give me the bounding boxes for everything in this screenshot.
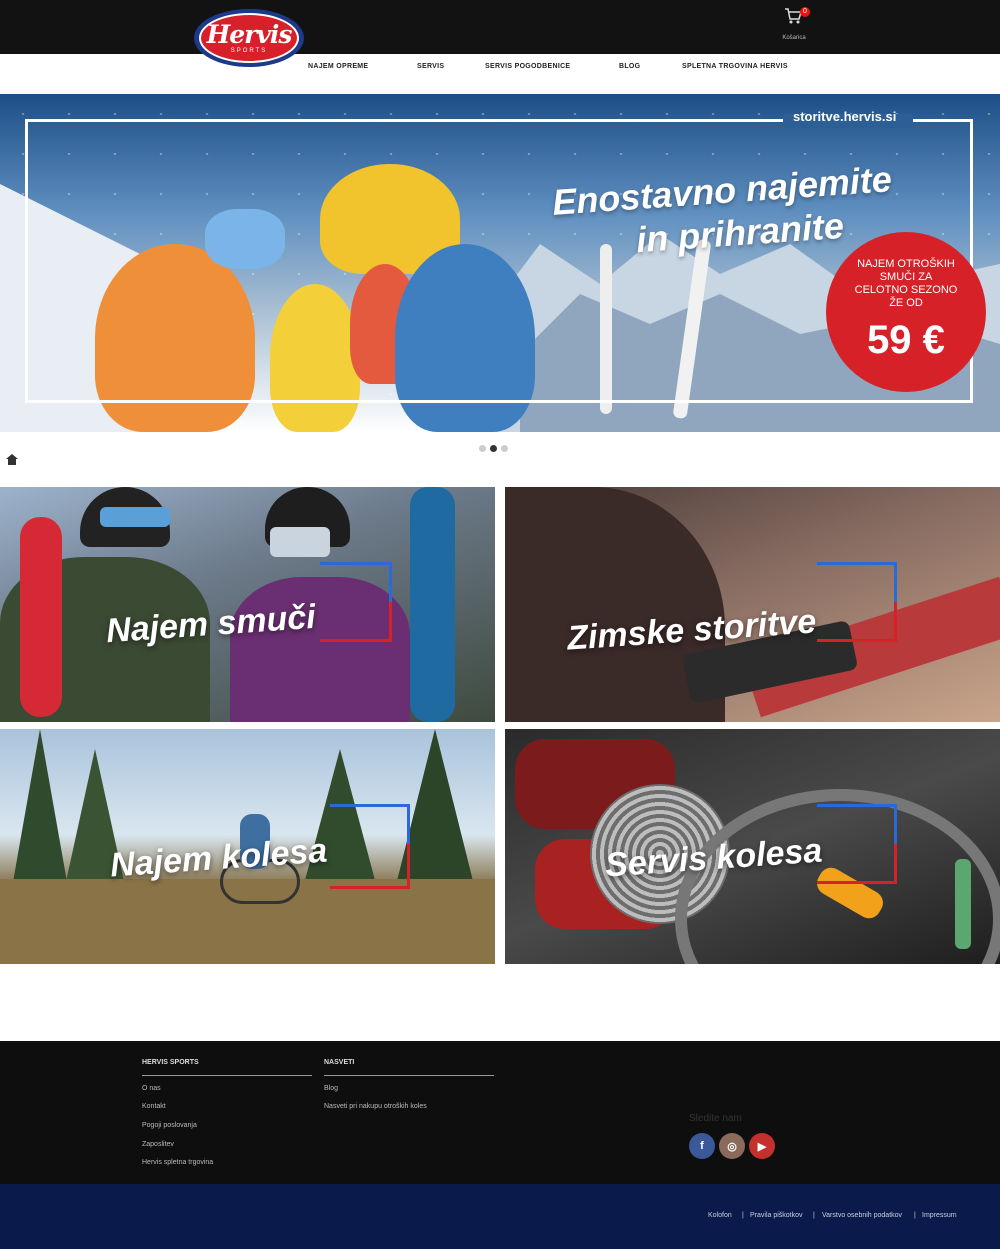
badge-price: 59 € xyxy=(867,318,945,362)
price-badge: Najem otroških smuči za celotno sezono ž… xyxy=(826,232,986,392)
bottom-link-varstvo-podatkov[interactable]: Varstvo osebnih podatkov xyxy=(822,1212,902,1219)
tile-servis-kolesa[interactable]: Servis kolesa xyxy=(505,729,1000,964)
badge-text: Najem otroških smuči za celotno sezono ž… xyxy=(854,258,958,309)
nav-item-blog[interactable]: Blog xyxy=(619,63,640,70)
follow-label: Sledite nam xyxy=(689,1113,742,1124)
footer-link-spletna-trgovina[interactable]: Hervis spletna trgovina xyxy=(142,1159,213,1166)
cart-count-badge: 0 xyxy=(800,7,810,17)
bottom-link-piskotki[interactable]: Pravila piškotkov xyxy=(750,1212,803,1219)
carousel-dots xyxy=(476,444,516,454)
tile-zimske-storitve[interactable]: Zimske storitve xyxy=(505,487,1000,722)
footer-heading-hervis-sports: Hervis Sports xyxy=(142,1059,199,1066)
carousel-dot-3[interactable] xyxy=(501,445,508,452)
footer-link-pogoji-poslovanja[interactable]: Pogoji poslovanja xyxy=(142,1122,197,1129)
main-nav: Najem opreme Servis Servis pogodbenice B… xyxy=(0,54,1000,94)
footer: Hervis Sports O nas Kontakt Pogoji poslo… xyxy=(0,1041,1000,1184)
carousel-dot-2[interactable] xyxy=(490,445,497,452)
top-bar: 0 Košarica xyxy=(0,0,1000,54)
tile-najem-smuci[interactable]: Najem smuči xyxy=(0,487,495,722)
footer-link-kontakt[interactable]: Kontakt xyxy=(142,1103,166,1110)
hero-banner[interactable]: storitve.hervis.si Enostavno najemite in… xyxy=(0,94,1000,432)
nav-item-servis[interactable]: Servis xyxy=(417,63,444,70)
footer-link-zaposlitev[interactable]: Zaposlitev xyxy=(142,1141,174,1148)
nav-item-najem-opreme[interactable]: Najem opreme xyxy=(308,63,368,70)
facebook-icon[interactable]: f xyxy=(689,1133,715,1159)
bottom-link-impressum[interactable]: Impressum xyxy=(922,1212,957,1219)
cart-label: Košarica xyxy=(782,35,806,41)
home-icon[interactable] xyxy=(6,452,18,470)
footer-link-blog[interactable]: Blog xyxy=(324,1085,338,1092)
nav-item-servis-pogodbenice[interactable]: Servis pogodbenice xyxy=(485,63,570,70)
bottom-bar: Kolofon | Pravila piškotkov | Varstvo os… xyxy=(0,1184,1000,1249)
bottom-link-kolofon[interactable]: Kolofon xyxy=(708,1212,732,1219)
footer-link-nasveti-kolesa[interactable]: Nasveti pri nakupu otroških koles xyxy=(324,1103,427,1110)
footer-heading-nasveti: Nasveti xyxy=(324,1059,355,1066)
instagram-icon[interactable]: ◎ xyxy=(719,1133,745,1159)
logo-text: Hervis xyxy=(206,19,293,49)
carousel-dot-1[interactable] xyxy=(479,445,486,452)
youtube-icon[interactable]: ▶ xyxy=(749,1133,775,1159)
footer-divider-1 xyxy=(142,1075,312,1076)
hervis-logo[interactable]: Hervis SPORTS xyxy=(194,9,304,67)
hero-url: storitve.hervis.si xyxy=(793,109,897,124)
cart-button[interactable]: 0 Košarica xyxy=(780,7,810,41)
tile-najem-kolesa[interactable]: Najem kolesa xyxy=(0,729,495,964)
footer-link-o-nas[interactable]: O nas xyxy=(142,1085,161,1092)
logo-subtext: SPORTS xyxy=(230,47,268,54)
nav-item-spletna-trgovina[interactable]: Spletna trgovina Hervis xyxy=(682,63,788,70)
footer-divider-2 xyxy=(324,1075,494,1076)
